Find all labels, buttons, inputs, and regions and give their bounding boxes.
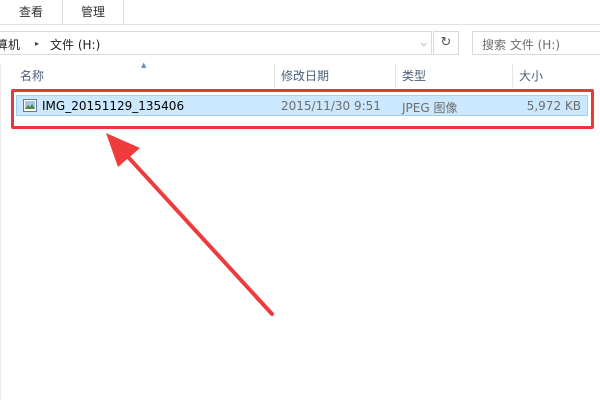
- annotation-arrow-icon: [106, 133, 274, 316]
- search-box[interactable]: 搜索 文件 (H:): [472, 31, 600, 55]
- breadcrumb-drive[interactable]: 文件 (H:): [50, 36, 100, 53]
- breadcrumb-separator-icon[interactable]: ▸: [35, 39, 39, 48]
- column-header-name[interactable]: 名称: [14, 64, 274, 88]
- refresh-button[interactable]: ↻: [433, 31, 459, 55]
- ribbon-tabs: 查看 管理: [0, 0, 600, 25]
- column-header-date-modified[interactable]: 修改日期: [274, 64, 395, 88]
- navigation-pane-edge: [0, 64, 1, 400]
- column-header-size[interactable]: 大小: [512, 64, 600, 88]
- tab-view[interactable]: 查看: [0, 0, 62, 24]
- search-input[interactable]: 搜索 文件 (H:): [482, 36, 560, 53]
- column-header-type[interactable]: 类型: [395, 64, 512, 88]
- breadcrumb-computer[interactable]: 算机: [0, 36, 20, 53]
- address-history-chevron-icon[interactable]: ⌵: [421, 39, 427, 49]
- column-header-row: 名称 修改日期 类型 大小: [0, 64, 600, 88]
- address-bar[interactable]: 算机 ▸ 文件 (H:) ⌵: [0, 31, 432, 55]
- annotation-highlight-box: [11, 89, 594, 129]
- tab-manage[interactable]: 管理: [62, 0, 124, 24]
- refresh-icon: ↻: [440, 35, 452, 50]
